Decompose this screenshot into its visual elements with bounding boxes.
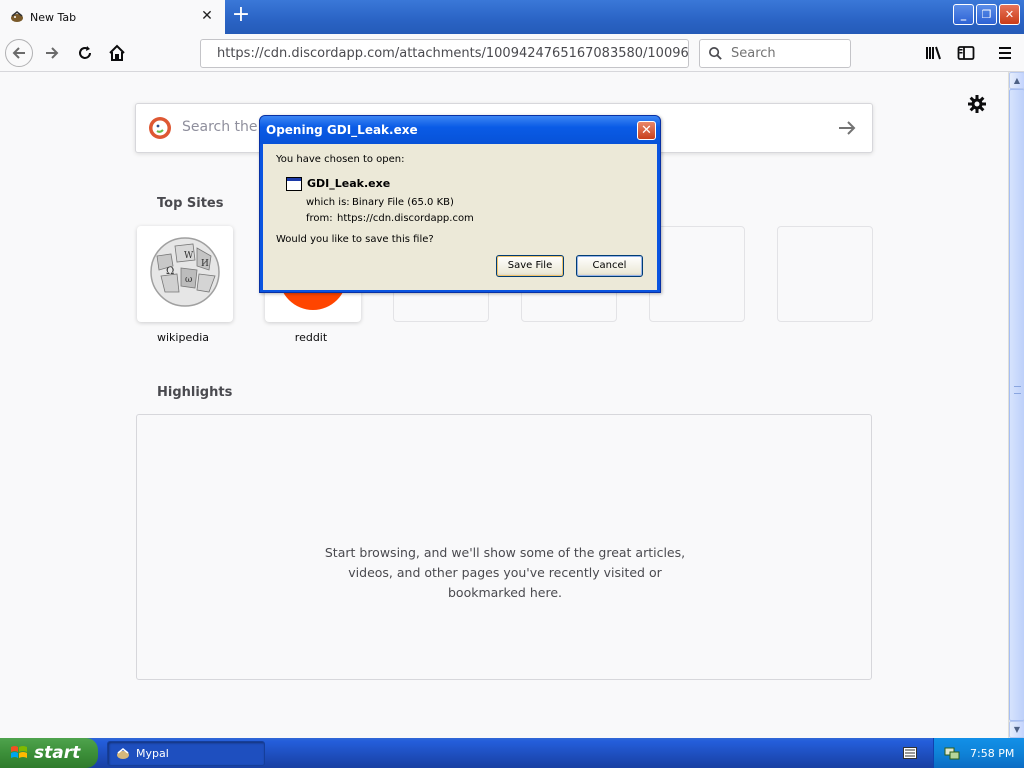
- dialog-intro: You have chosen to open:: [276, 154, 405, 165]
- dialog-body: You have chosen to open: GDI_Leak.exe wh…: [263, 144, 657, 290]
- menu-button[interactable]: [991, 39, 1019, 67]
- cancel-button[interactable]: Cancel: [576, 255, 643, 277]
- reload-button[interactable]: [71, 39, 99, 67]
- dialog-close-button[interactable]: ✕: [637, 121, 656, 140]
- clock: 7:58 PM: [970, 746, 1015, 760]
- system-tray: 7:58 PM: [933, 738, 1024, 768]
- keyboard-layout-icon[interactable]: [903, 747, 917, 759]
- navigation-toolbar: https://cdn.discordapp.com/attachments/1…: [0, 34, 1024, 72]
- arrow-right-icon[interactable]: [836, 117, 858, 139]
- url-text: https://cdn.discordapp.com/attachments/1…: [217, 46, 689, 61]
- sidebar-icon: [957, 46, 975, 60]
- library-icon: [926, 46, 941, 60]
- scroll-down-button[interactable]: ▼: [1009, 721, 1024, 738]
- tab-close-icon[interactable]: ✕: [199, 8, 215, 24]
- tab-strip: New Tab ✕ + _ ❐ ✕: [0, 0, 1024, 34]
- save-file-button[interactable]: Save File: [496, 255, 564, 277]
- top-site-tile-wikipedia[interactable]: Ω W И ω: [137, 226, 233, 322]
- dialog-question: Would you like to save this file?: [276, 234, 434, 245]
- home-button[interactable]: [103, 39, 131, 67]
- top-site-tile-empty: [649, 226, 745, 322]
- network-icon[interactable]: [944, 745, 960, 761]
- home-icon: [109, 44, 125, 61]
- library-button[interactable]: [920, 39, 948, 67]
- duckduckgo-icon: [149, 117, 171, 139]
- start-label: start: [34, 743, 81, 763]
- mypal-favicon-icon: [11, 11, 23, 22]
- wikipedia-globe-icon: Ω W И ω: [150, 237, 220, 307]
- svg-text:Ω: Ω: [166, 266, 174, 277]
- taskbar-item-label: Mypal: [136, 747, 169, 760]
- tab-new-tab[interactable]: New Tab ✕: [0, 0, 225, 34]
- top-site-label[interactable]: reddit: [263, 331, 359, 344]
- tab-title: New Tab: [30, 10, 77, 24]
- arrow-right-icon: [46, 47, 59, 59]
- window-close-button[interactable]: ✕: [999, 4, 1020, 25]
- start-button[interactable]: start: [0, 738, 98, 768]
- top-site-label[interactable]: wikipedia: [135, 331, 231, 344]
- windows-flag-icon: [11, 746, 27, 758]
- url-bar[interactable]: https://cdn.discordapp.com/attachments/1…: [200, 39, 689, 68]
- dialog-titlebar[interactable]: Opening GDI_Leak.exe ✕: [260, 116, 660, 144]
- highlights-message: Start browsing, and we'll show some of t…: [324, 545, 686, 600]
- top-site-tile-empty: [777, 226, 873, 322]
- svg-text:И: И: [201, 259, 209, 269]
- window-controls: _ ❐ ✕: [953, 4, 1020, 25]
- new-tab-button[interactable]: +: [230, 4, 252, 27]
- highlights-empty-state: Start browsing, and we'll show some of t…: [136, 414, 872, 680]
- search-icon: [709, 47, 722, 60]
- back-button[interactable]: [5, 39, 33, 67]
- top-sites-title: Top Sites: [157, 196, 224, 211]
- from-label: from:: [306, 213, 333, 224]
- hamburger-menu-icon: [999, 47, 1011, 59]
- reload-icon: [79, 46, 91, 59]
- dialog-title: Opening GDI_Leak.exe: [266, 123, 418, 137]
- gear-icon[interactable]: [967, 94, 987, 114]
- application-file-icon: [286, 177, 302, 191]
- which-is-label: which is:: [306, 197, 350, 208]
- svg-text:W: W: [184, 251, 194, 261]
- scroll-up-button[interactable]: ▲: [1009, 72, 1024, 89]
- search-bar[interactable]: Search: [699, 39, 851, 68]
- minimize-button[interactable]: _: [953, 4, 974, 25]
- arrow-left-icon: [12, 47, 25, 59]
- search-placeholder: Search: [731, 46, 776, 61]
- scroll-thumb[interactable]: [1009, 89, 1024, 721]
- sidebar-toggle-button[interactable]: [952, 39, 980, 67]
- dialog-filename: GDI_Leak.exe: [307, 177, 391, 190]
- download-dialog: Opening GDI_Leak.exe ✕ You have chosen t…: [259, 115, 661, 293]
- which-is-value: Binary File (65.0 KB): [352, 197, 454, 208]
- vertical-scrollbar[interactable]: ▲ ▼: [1008, 72, 1024, 738]
- highlights-title: Highlights: [157, 385, 233, 400]
- forward-button[interactable]: [38, 39, 66, 67]
- from-value: https://cdn.discordapp.com: [337, 213, 474, 224]
- restore-button[interactable]: ❐: [976, 4, 997, 25]
- taskbar-item-mypal[interactable]: Mypal: [107, 741, 265, 766]
- svg-text:ω: ω: [185, 275, 192, 285]
- taskbar: start Mypal 7:58 PM: [0, 738, 1024, 768]
- scroll-grip-icon: [1014, 386, 1021, 394]
- mypal-favicon-icon: [117, 747, 129, 759]
